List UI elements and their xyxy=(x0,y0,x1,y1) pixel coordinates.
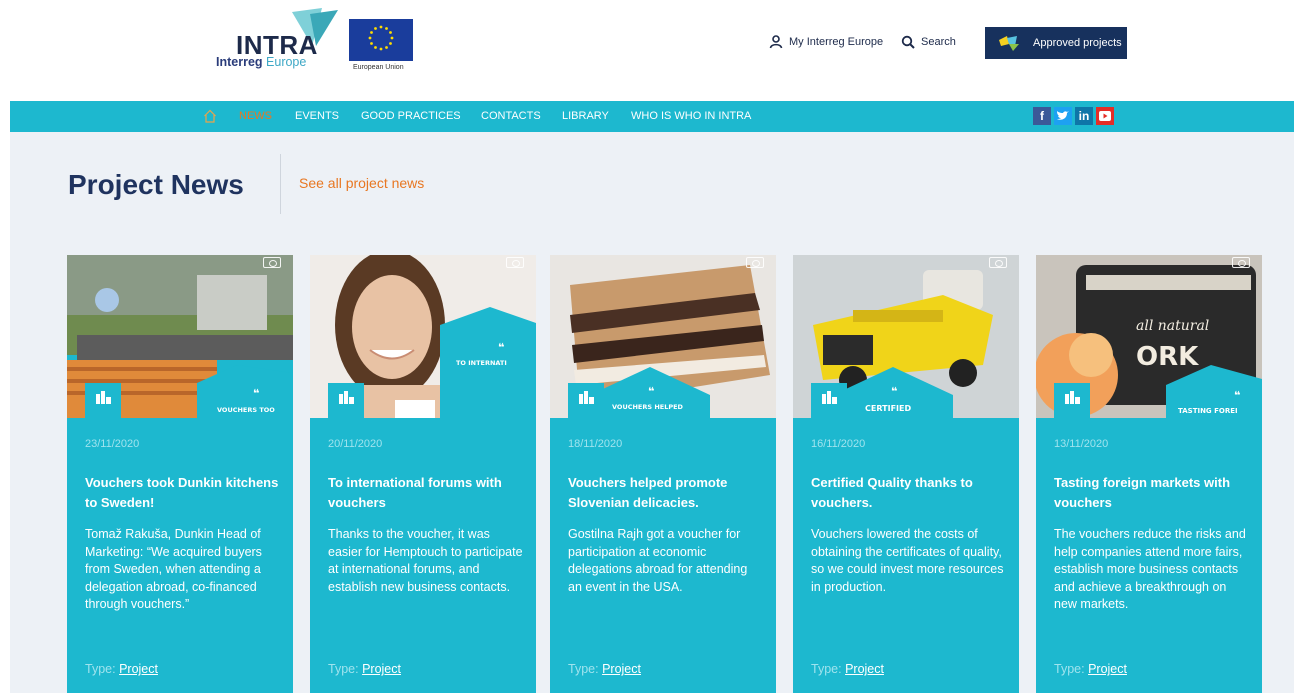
nav-events[interactable]: EVENTS xyxy=(295,110,339,122)
svg-text:❝: ❝ xyxy=(498,341,504,354)
svg-text:ORK: ORK xyxy=(1136,342,1199,372)
news-card[interactable]: ❝ CERTIFIED 16/11/2020 Certified Quality… xyxy=(793,255,1019,693)
my-interreg-link[interactable]: My Interreg Europe xyxy=(769,35,883,49)
see-all-news-link[interactable]: See all project news xyxy=(299,175,424,191)
nav-good-practices[interactable]: GOOD PRACTICES xyxy=(361,110,461,122)
news-card-image: all natural ORK ❝ TASTING FOREI xyxy=(1036,255,1262,418)
svg-text:all natural: all natural xyxy=(1136,318,1209,334)
news-card[interactable]: ❝ VOUCHERS HELPED 18/11/2020 Vouchers he… xyxy=(550,255,776,693)
approved-projects-label: Approved projects xyxy=(1033,37,1122,49)
home-icon[interactable] xyxy=(203,109,217,128)
type-project-link[interactable]: Project xyxy=(362,662,401,676)
search-link[interactable]: Search xyxy=(901,35,956,49)
news-date: 16/11/2020 xyxy=(811,438,866,450)
svg-text:❝: ❝ xyxy=(891,385,897,398)
news-title[interactable]: Vouchers helped promote Slovenian delica… xyxy=(568,473,764,513)
news-type: Type: Project xyxy=(328,662,401,676)
news-title[interactable]: To international forums with vouchers xyxy=(328,473,524,513)
news-date: 18/11/2020 xyxy=(568,438,623,450)
news-excerpt: Tomaž Rakuša, Dunkin Head of Marketing: … xyxy=(85,527,262,611)
svg-text:❝: ❝ xyxy=(1234,389,1240,402)
news-date: 13/11/2020 xyxy=(1054,438,1109,450)
logo-subtitle: Interreg Europe xyxy=(216,55,307,69)
type-project-link[interactable]: Project xyxy=(602,662,641,676)
intra-logo[interactable]: INTRA Interreg Europe xyxy=(214,8,344,74)
nav-contacts[interactable]: CONTACTS xyxy=(481,110,541,122)
news-excerpt: Gostilna Rajh got a voucher for particip… xyxy=(568,527,748,594)
news-excerpt: Vouchers lowered the costs of obtaining … xyxy=(811,527,1004,594)
svg-text:❝: ❝ xyxy=(253,387,259,400)
news-type: Type: Project xyxy=(568,662,641,676)
news-date: 23/11/2020 xyxy=(85,438,140,450)
nav-news[interactable]: NEWS xyxy=(239,110,272,122)
page-title: Project News xyxy=(68,169,244,200)
site-header: INTRA Interreg Europe European Union My … xyxy=(0,0,1294,101)
news-title[interactable]: Vouchers took Dunkin kitchens to Sweden! xyxy=(85,473,281,513)
image-badge-text: VOUCHERS HELPED xyxy=(612,403,684,411)
camera-icon xyxy=(989,257,1007,268)
news-type: Type: Project xyxy=(85,662,158,676)
nav-who-is-who[interactable]: WHO IS WHO IN INTRA xyxy=(631,110,751,122)
project-news-section: Project News See all project news ❝ VOUC… xyxy=(10,132,1294,693)
search-icon xyxy=(901,35,915,49)
type-project-link[interactable]: Project xyxy=(845,662,884,676)
eu-label: European Union xyxy=(353,64,404,71)
type-project-link[interactable]: Project xyxy=(1088,662,1127,676)
news-card[interactable]: ❝ VOUCHERS TOO 23/11/2020 Vouchers took … xyxy=(67,255,293,693)
news-card-image: ❝ VOUCHERS TOO xyxy=(67,255,293,418)
linkedin-icon[interactable]: in xyxy=(1075,107,1093,125)
image-badge-text: CERTIFIED xyxy=(865,404,911,413)
camera-icon xyxy=(1232,257,1250,268)
search-label: Search xyxy=(921,36,956,48)
youtube-icon[interactable] xyxy=(1096,107,1114,125)
title-divider xyxy=(280,154,281,214)
news-title[interactable]: Tasting foreign markets with vouchers xyxy=(1054,473,1250,513)
approved-projects-icon xyxy=(999,36,1019,51)
news-type: Type: Project xyxy=(811,662,884,676)
news-excerpt: Thanks to the voucher, it was easier for… xyxy=(328,527,523,594)
image-badge-text: VOUCHERS TOO xyxy=(217,406,275,414)
twitter-icon[interactable] xyxy=(1054,107,1072,125)
facebook-icon[interactable]: f xyxy=(1033,107,1051,125)
nav-library[interactable]: LIBRARY xyxy=(562,110,609,122)
user-icon xyxy=(769,35,783,49)
news-card-image: ❝ VOUCHERS HELPED xyxy=(550,255,776,418)
image-badge-text: TASTING FOREI xyxy=(1178,407,1238,415)
news-card[interactable]: ❝ TO INTERNATI 20/11/2020 To internation… xyxy=(310,255,536,693)
news-date: 20/11/2020 xyxy=(328,438,383,450)
camera-icon xyxy=(263,257,281,268)
camera-icon xyxy=(746,257,764,268)
type-project-link[interactable]: Project xyxy=(119,662,158,676)
image-badge-text: TO INTERNATI xyxy=(456,359,507,367)
eu-flag-icon xyxy=(349,19,413,61)
main-navigation: NEWS EVENTS GOOD PRACTICES CONTACTS LIBR… xyxy=(10,101,1294,132)
approved-projects-button[interactable]: Approved projects xyxy=(985,27,1127,59)
social-links: f in xyxy=(1033,107,1114,125)
camera-icon xyxy=(506,257,524,268)
news-card-image: ❝ TO INTERNATI xyxy=(310,255,536,418)
news-excerpt: The vouchers reduce the risks and help c… xyxy=(1054,527,1246,611)
news-type: Type: Project xyxy=(1054,662,1127,676)
news-card-image: ❝ CERTIFIED xyxy=(793,255,1019,418)
my-interreg-label: My Interreg Europe xyxy=(789,36,884,48)
svg-text:❝: ❝ xyxy=(648,385,654,398)
news-title[interactable]: Certified Quality thanks to vouchers. xyxy=(811,473,1007,513)
news-card[interactable]: all natural ORK ❝ TASTING FOREI 13/11/20… xyxy=(1036,255,1262,693)
